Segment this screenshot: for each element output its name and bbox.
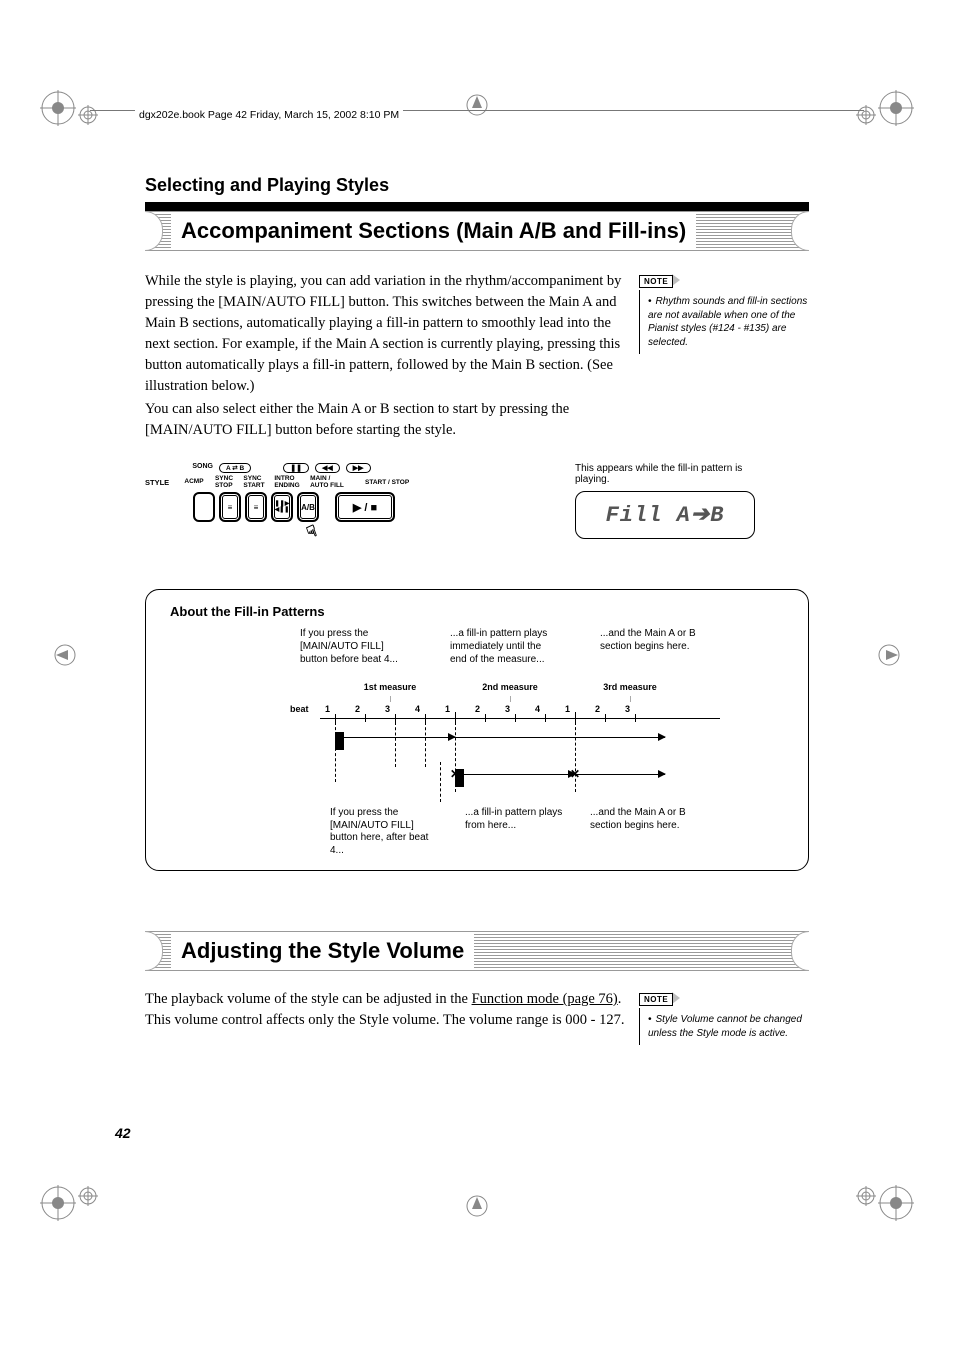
fillin-title: About the Fill-in Patterns: [170, 604, 784, 619]
heading-volume: Adjusting the Style Volume: [145, 931, 809, 971]
lcd-caption: This appears while the fill-in pattern i…: [575, 463, 755, 485]
book-header: dgx202e.book Page 42 Friday, March 15, 2…: [135, 109, 403, 121]
note-box-2: NOTE Style Volume cannot be changed unle…: [639, 989, 809, 1045]
heading2-text: Adjusting the Style Volume: [171, 932, 474, 970]
panel-style-label: STYLE: [145, 478, 179, 487]
fillin-box: About the Fill-in Patterns If you press …: [145, 589, 809, 871]
panel-btn-startstop: ▶ / ■: [335, 492, 395, 522]
panel-syncstart-label: SYNC START: [239, 476, 269, 489]
beat-3c: 3: [613, 704, 643, 714]
hand-pointer-icon: ☟: [304, 521, 320, 543]
panel-btn-ab-text: A/B: [301, 503, 315, 512]
panel-intro-label: INTRO ENDING: [269, 476, 305, 489]
note-text-2: Style Volume cannot be changed unless th…: [639, 1008, 809, 1045]
para2: The playback volume of the style can be …: [145, 989, 625, 1031]
crop-mark-bl: [40, 1156, 100, 1221]
note-box-1: NOTE Rhythm sounds and fill-in sections …: [639, 271, 809, 354]
panel-syncstop-label: SYNC STOP: [209, 476, 239, 489]
panel-ab-pill: A ⇄ B: [219, 463, 251, 473]
measure-3: 3rd measure: [570, 682, 690, 692]
panel-btn-mainautofill: A/B ☟: [297, 492, 319, 522]
panel-btn-syncstart: ≡: [245, 492, 267, 522]
note-label-2: NOTE: [639, 993, 673, 1006]
panel-pause-icon: ❚❚: [283, 463, 309, 473]
panel-btn-acmp: [193, 492, 215, 522]
panel-btn-syncstop: ≡: [219, 492, 241, 522]
beat-label: beat: [290, 704, 309, 714]
para1: While the style is playing, you can add …: [145, 271, 625, 397]
panel-btn-intro: ❚❚▶ ◀❚❚: [271, 492, 293, 522]
measure-1: 1st measure: [330, 682, 450, 692]
note-label: NOTE: [639, 275, 673, 288]
beat-3a: 3: [373, 704, 403, 714]
fillin-c2: ...a fill-in pattern plays immediately u…: [450, 627, 560, 666]
beat-2b: 2: [463, 704, 493, 714]
section-title: Selecting and Playing Styles: [145, 175, 809, 200]
arrow-fill2: [455, 774, 575, 775]
reg-mark-bottom: [462, 1191, 492, 1221]
lcd-display: Fill A➔B: [575, 491, 755, 539]
para1b: You can also select either the Main A or…: [145, 399, 625, 441]
panel-rew-icon: ◀◀: [315, 463, 340, 473]
beat-4a: 4: [403, 704, 433, 714]
beat-1a: 1: [313, 704, 343, 714]
note-flag-icon: [672, 274, 680, 286]
heading-accompaniment: Accompaniment Sections (Main A/B and Fil…: [145, 211, 809, 251]
cross-mark-1: ✕: [450, 767, 460, 781]
fillin-b2: ...a fill-in pattern plays from here...: [465, 807, 575, 832]
measure-2: 2nd measure: [450, 682, 570, 692]
fillin-c3: ...and the Main A or B section begins he…: [600, 627, 710, 666]
arrow-main1: [455, 737, 665, 738]
beat-1c: 1: [553, 704, 583, 714]
note-text: Rhythm sounds and fill-in sections are n…: [639, 290, 809, 354]
crop-mark-tr: [854, 90, 914, 155]
fillin-b1: If you press the [MAIN/AUTO FILL] button…: [330, 807, 440, 857]
page-number: 42: [115, 1125, 131, 1141]
reg-mark-right: [874, 640, 904, 670]
reg-mark-top: [462, 90, 492, 120]
panel-ff-icon: ▶▶: [346, 463, 371, 473]
note-flag-icon-2: [672, 992, 680, 1004]
lcd-text: Fill A➔B: [606, 503, 725, 528]
arrow-fill1: [335, 737, 455, 738]
crop-mark-tl: [40, 90, 100, 155]
fillin-b3: ...and the Main A or B section begins he…: [590, 807, 700, 832]
beat-3b: 3: [493, 704, 523, 714]
panel-startstop-label: START / STOP: [365, 479, 409, 486]
beat-4b: 4: [523, 704, 553, 714]
panel-diagram: SONG A ⇄ B ❚❚ ◀◀ ▶▶ STYLE ACMP SYNC STOP…: [145, 463, 809, 539]
section-bar: [145, 202, 809, 211]
beat-1b: 1: [433, 704, 463, 714]
beat-2a: 2: [343, 704, 373, 714]
crop-mark-br: [854, 1156, 914, 1221]
fillin-c1: If you press the [MAIN/AUTO FILL] button…: [300, 627, 410, 666]
cross-mark-2: ✕: [570, 767, 580, 781]
reg-mark-left: [50, 640, 80, 670]
beat-2c: 2: [583, 704, 613, 714]
heading-text: Accompaniment Sections (Main A/B and Fil…: [171, 212, 696, 250]
panel-acmp-label: ACMP: [184, 479, 203, 486]
timeline-diagram: 1st measure 2nd measure 3rd measure beat…: [290, 682, 720, 852]
para2a: The playback volume of the style can be …: [145, 991, 472, 1007]
function-mode-link[interactable]: Function mode (page 76): [472, 991, 618, 1007]
panel-main-label: MAIN / AUTO FILL: [305, 476, 349, 489]
arrow-main2: [575, 774, 665, 775]
timeline-axis: [320, 718, 720, 719]
panel-song-label: SONG: [185, 463, 213, 473]
